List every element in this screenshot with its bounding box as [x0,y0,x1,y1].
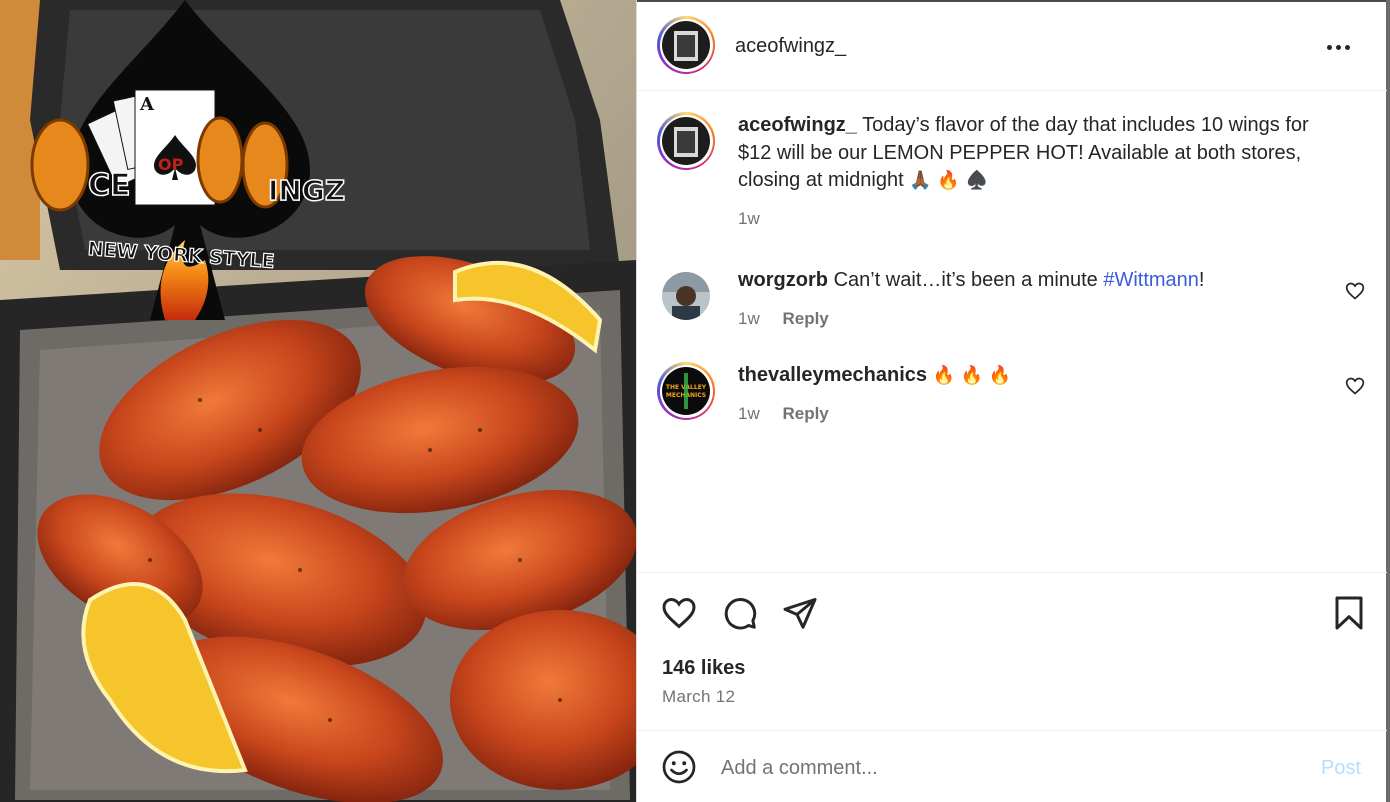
comment-meta: 1w Reply [738,309,829,329]
wings-photo: A CE OP INGZ NEW YORK STYLE [0,0,636,802]
reply-button[interactable]: Reply [782,404,828,423]
reply-button[interactable]: Reply [782,309,828,328]
author-avatar[interactable] [657,16,715,74]
commenter-avatar[interactable]: THE VALLEY MECHANICS [657,362,715,420]
heart-icon[interactable] [661,595,697,631]
more-options-icon[interactable] [1323,32,1353,62]
likes-count[interactable]: 146 likes [662,657,745,680]
caption-time[interactable]: 1w [738,209,760,228]
add-comment-bar: Post [637,730,1387,802]
comments-list[interactable]: aceofwingz_ Today’s flavor of the day th… [637,92,1387,572]
comment-text: worgzorb Can’t wait…it’s been a minute #… [738,267,1338,295]
comment-time[interactable]: 1w [738,404,760,423]
commenter-avatar-image [662,272,710,320]
hashtag-link[interactable]: #Wittmann [1103,269,1199,291]
post-actions: 146 likes March 12 [637,572,1387,730]
smiley-icon[interactable] [661,749,697,785]
commenter-avatar[interactable] [662,272,710,320]
comment-text: thevalleymechanics 🔥 🔥 🔥 [738,362,1338,390]
caption-avatar-image [662,117,710,165]
comment-bubble-icon[interactable] [722,595,758,631]
post-date: March 12 [662,687,736,706]
comment-username[interactable]: worgzorb [738,269,828,291]
caption-emojis: 🙏🏾 🔥 ♠️ [909,170,988,191]
caption-meta: 1w [738,209,760,229]
bookmark-icon[interactable] [1331,595,1367,631]
comment-body: Can’t wait…it’s been a minute [833,269,1104,291]
comment-like-heart-icon[interactable] [1345,281,1365,301]
comment-like-heart-icon[interactable] [1345,376,1365,396]
post-header: aceofwingz_ [637,2,1387,91]
logo-text-mid: OP [158,155,184,174]
comment-body: 🔥 🔥 🔥 [932,365,1012,386]
logo-text-right: INGZ [268,174,345,207]
caption-username[interactable]: aceofwingz_ [738,114,857,136]
paper-plane-icon[interactable] [782,595,818,631]
comment-username[interactable]: thevalleymechanics [738,364,927,386]
svg-text:A: A [139,94,155,115]
author-username[interactable]: aceofwingz_ [735,35,846,58]
post-image[interactable]: A CE OP INGZ NEW YORK STYLE [0,0,636,802]
comment-body-end: ! [1198,269,1205,291]
comment-time[interactable]: 1w [738,309,760,328]
author-avatar-image [662,21,710,69]
caption-author-avatar[interactable] [657,112,715,170]
commenter-avatar-image: THE VALLEY MECHANICS [662,367,710,415]
post-button[interactable]: Post [1321,757,1361,780]
caption-text: aceofwingz_ Today’s flavor of the day th… [738,112,1338,195]
comment-meta: 1w Reply [738,404,829,424]
post-details-panel: aceofwingz_ aceofwingz_ Today’s flavor o… [636,0,1390,802]
comment-input[interactable] [721,751,1281,785]
logo-text-left: CE [88,168,131,203]
